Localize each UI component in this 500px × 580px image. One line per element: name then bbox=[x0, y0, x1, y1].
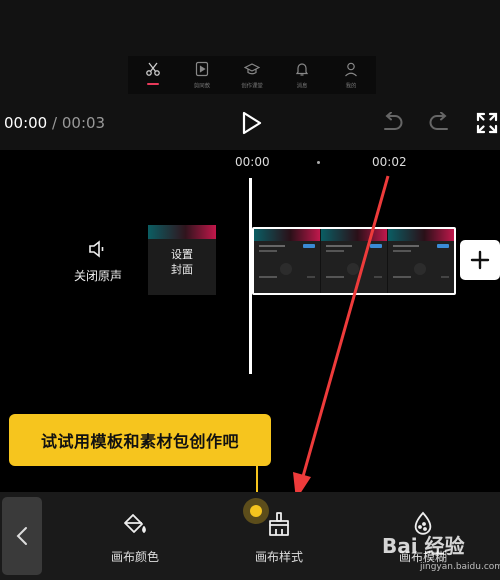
tab-template-label: 剪同款 bbox=[194, 83, 211, 90]
total-time: 00:03 bbox=[61, 114, 106, 132]
tab-profile-label: 我的 bbox=[345, 83, 357, 90]
fullscreen-icon[interactable] bbox=[476, 112, 498, 134]
canvas-style-label: 画布样式 bbox=[254, 550, 303, 564]
add-clip-button[interactable] bbox=[460, 240, 500, 280]
undo-icon[interactable] bbox=[380, 112, 404, 134]
brush-icon bbox=[269, 512, 289, 536]
chevron-left-icon bbox=[16, 527, 27, 545]
tab-school[interactable]: 创作课堂 bbox=[227, 56, 277, 94]
graduation-cap-icon bbox=[243, 63, 260, 75]
redo-icon[interactable] bbox=[428, 112, 452, 134]
canvas-color-button[interactable]: 画布颜色 bbox=[90, 510, 180, 565]
video-clip[interactable] bbox=[252, 227, 456, 295]
cover-label-line2: 封面 bbox=[171, 263, 193, 276]
clip-frame bbox=[254, 229, 321, 293]
tab-edit[interactable] bbox=[128, 56, 178, 94]
tab-school-label: 创作课堂 bbox=[241, 83, 263, 90]
tab-messages[interactable]: 消息 bbox=[277, 56, 327, 94]
user-icon bbox=[345, 62, 358, 77]
watermark-logo: Bai 经验 bbox=[382, 534, 465, 558]
mute-audio-button[interactable]: 关闭原声 bbox=[62, 238, 134, 284]
tab-bar: 剪同款 创作课堂 消息 我的 bbox=[128, 56, 376, 94]
plus-icon bbox=[470, 250, 490, 270]
clip-frame bbox=[321, 229, 388, 293]
bell-icon bbox=[295, 63, 308, 76]
speaker-icon bbox=[89, 240, 104, 258]
mute-audio-label: 关闭原声 bbox=[73, 269, 122, 283]
set-cover-button[interactable]: 设置 封面 bbox=[148, 225, 216, 295]
watermark-url: jingyan.baidu.com bbox=[420, 562, 500, 572]
player-bar: 00:00 / 00:03 bbox=[0, 100, 500, 146]
cover-label: 设置 封面 bbox=[148, 247, 216, 277]
canvas-color-label: 画布颜色 bbox=[110, 550, 159, 564]
tab-template[interactable]: 剪同款 bbox=[178, 56, 228, 94]
template-icon bbox=[196, 61, 209, 77]
tab-messages-label: 消息 bbox=[296, 83, 307, 90]
cover-label-line1: 设置 bbox=[171, 248, 193, 261]
cover-thumbnail bbox=[148, 225, 216, 239]
playhead[interactable] bbox=[249, 178, 252, 374]
current-time: 00:00 bbox=[4, 114, 48, 132]
scissors-icon bbox=[145, 62, 160, 76]
tab-profile[interactable]: 我的 bbox=[326, 56, 376, 94]
clip-frame bbox=[388, 229, 454, 293]
time-display: 00:00 / 00:03 bbox=[4, 114, 105, 132]
time-separator: / bbox=[52, 114, 58, 132]
timeline-tick-0: 00:00 bbox=[235, 155, 270, 169]
paint-bucket-icon bbox=[124, 514, 146, 533]
timeline-tick-1: 00:02 bbox=[372, 155, 407, 169]
tooltip-bubble: 试试用模板和素材包创作吧 bbox=[9, 414, 271, 466]
active-tab-indicator bbox=[146, 83, 159, 85]
timeline-tick-dot bbox=[317, 161, 320, 164]
play-icon[interactable] bbox=[238, 110, 264, 136]
tooltip-target-dot bbox=[243, 498, 269, 524]
back-button[interactable] bbox=[2, 497, 42, 575]
